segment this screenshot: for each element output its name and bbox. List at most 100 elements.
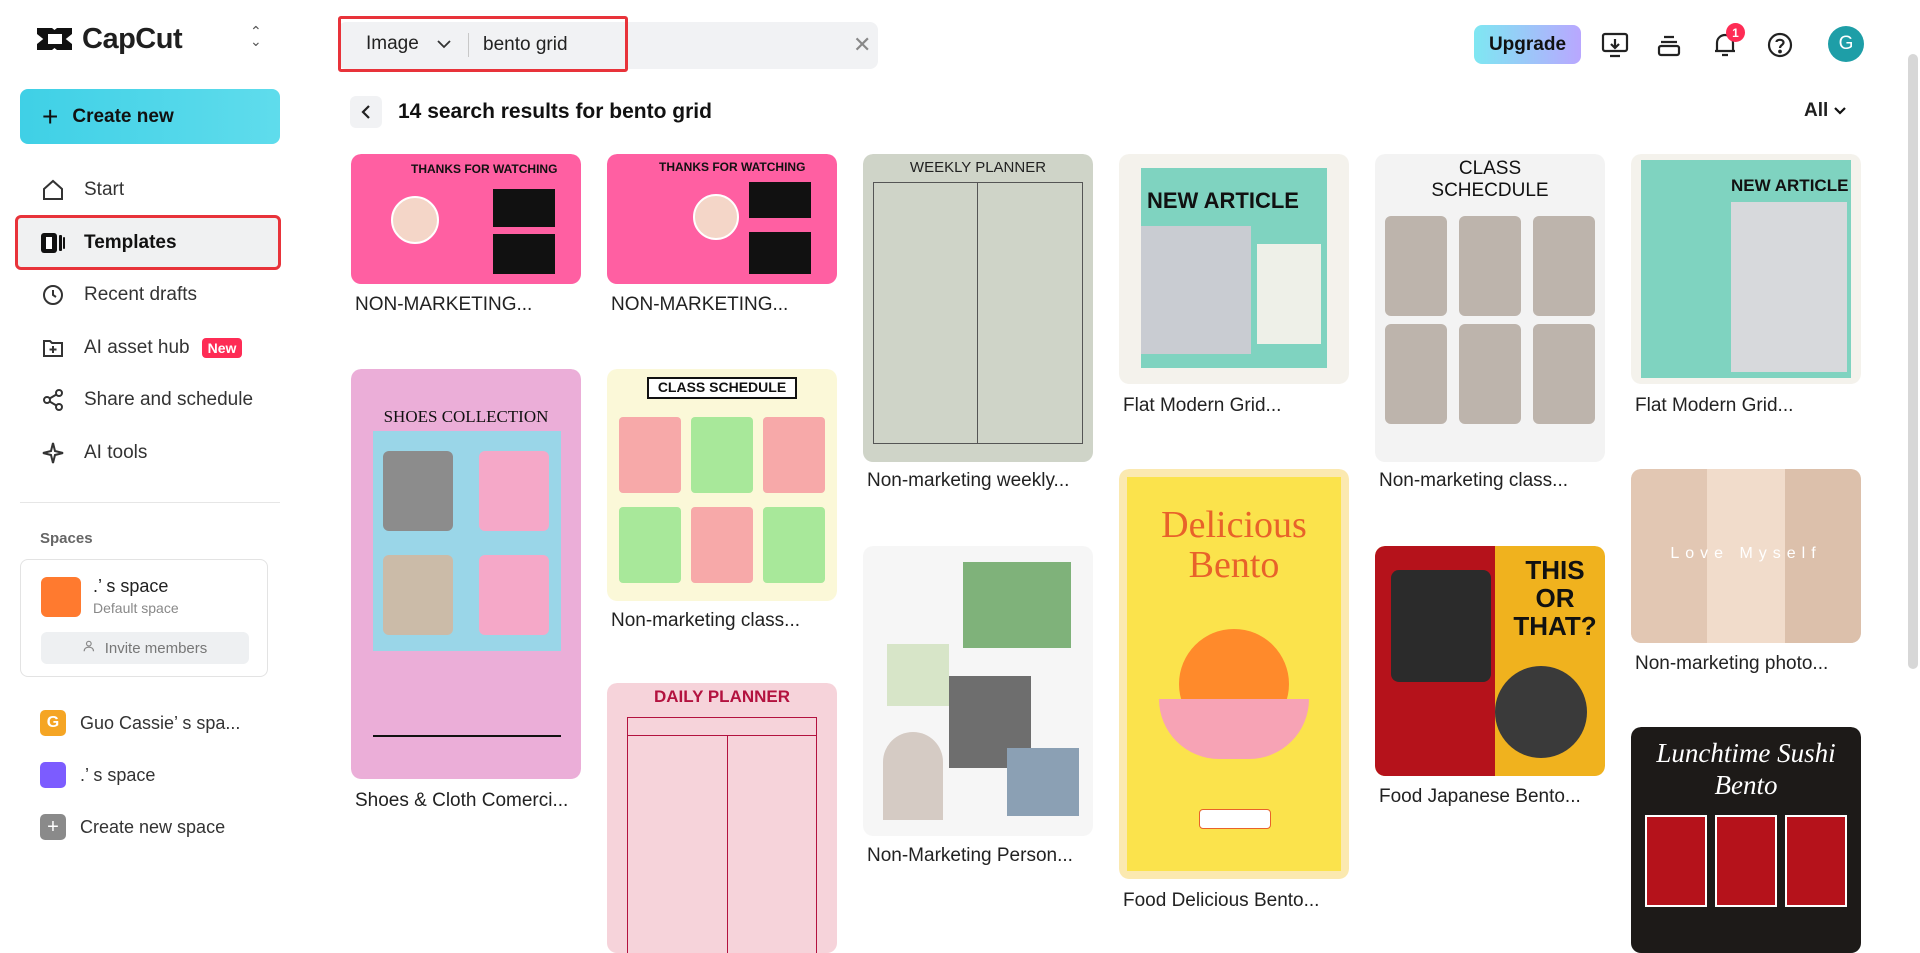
invite-members-label: Invite members [104,639,208,657]
space-item-personal[interactable]: .’ s space [40,761,155,789]
sidebar-item-share-and-schedule[interactable]: Share and schedule [20,376,280,424]
template-thumbnail: Love Myself [1631,469,1861,643]
template-card[interactable]: Delicious Bento [1119,469,1349,879]
space-type: Default space [93,600,179,616]
spaces-heading: Spaces [40,530,93,547]
template-title[interactable]: Non-marketing weekly... [867,470,1069,492]
template-thumbnail: WEEKLY PLANNER [863,154,1093,462]
search-separator [468,33,469,57]
sidebar-item-label: AI tools [84,442,148,463]
thumbnail-text: NEW ARTICLE [1731,176,1849,195]
template-card[interactable]: Lunchtime Sushi Bento [1631,727,1861,953]
capcut-app: CapCut ⌃ ⌄ + Create new Start Templates R… [0,0,1920,953]
thumbnail-text: Lunchtime Sushi Bento [1656,738,1836,800]
template-card[interactable]: NEW ARTICLE [1119,154,1349,384]
sidebar-item-recent-drafts[interactable]: Recent drafts [20,271,280,319]
capcut-logo[interactable]: CapCut [34,22,183,56]
clock-icon [40,282,66,308]
back-button[interactable] [350,96,382,128]
search-type-dropdown[interactable]: Image [366,33,451,55]
template-title[interactable]: Non-marketing class... [1379,470,1568,492]
thumbnail-text: CLASS SCHECDULE [1431,158,1549,201]
invite-members-button[interactable]: Invite members [41,632,249,664]
sidebar-item-label: Share and schedule [84,389,254,410]
template-card[interactable]: THIS OR THAT? [1375,546,1605,776]
sidebar: CapCut ⌃ ⌄ + Create new Start Templates R… [0,0,290,953]
template-thumbnail: SHOES COLLECTION [351,369,581,779]
filter-label: All [1804,100,1829,121]
space-avatar [41,577,81,617]
create-new-space-button[interactable]: + Create new space [40,813,225,841]
chevron-left-icon [361,105,370,119]
sidebar-item-ai-asset-hub[interactable]: AI asset hub New [20,324,280,372]
scrollbar[interactable] [1908,54,1918,669]
sidebar-item-start[interactable]: Start [20,166,280,214]
space-item-guo-cassie[interactable]: G Guo Cassie’ s spa... [40,709,240,737]
template-title[interactable]: NON-MARKETING... [355,294,532,316]
template-title[interactable]: Food Japanese Bento... [1379,786,1581,808]
template-thumbnail: THANKS FOR WATCHING [607,154,837,284]
template-thumbnail: DAILY PLANNER [607,683,837,953]
template-title[interactable]: Food Delicious Bento... [1123,890,1319,912]
template-title[interactable]: NON-MARKETING... [611,294,788,316]
create-new-button[interactable]: + Create new [20,89,280,144]
template-thumbnail: Delicious Bento [1119,469,1349,879]
results-title: 14 search results for bento grid [398,100,712,123]
upgrade-button[interactable]: Upgrade [1474,25,1581,64]
app-name: CapCut [82,22,183,55]
workspace-switch-icon[interactable]: ⌃ ⌄ [250,24,262,48]
capcut-logo-icon [37,28,72,50]
sidebar-item-templates[interactable]: Templates [15,215,281,270]
template-title[interactable]: Non-marketing class... [611,610,800,632]
template-title[interactable]: Flat Modern Grid... [1635,395,1793,417]
template-title[interactable]: Shoes & Cloth Comerci... [355,790,568,812]
templates-icon [40,230,66,256]
user-avatar[interactable]: G [1828,26,1864,62]
layers-icon[interactable] [1654,30,1684,60]
chevron-down-icon [1834,107,1847,115]
chevron-down-icon [437,33,451,55]
thumbnail-text: CLASS SCHEDULE [647,377,797,399]
plus-icon: + [42,100,59,132]
sidebar-divider [20,502,280,503]
template-title[interactable]: Non-Marketing Person... [867,845,1073,867]
template-card[interactable]: THANKS FOR WATCHING [351,154,581,304]
template-title[interactable]: Flat Modern Grid... [1123,395,1281,417]
thumbnail-text: NEW ARTICLE [1147,188,1299,213]
clear-search-icon[interactable]: ✕ [853,32,871,58]
install-desktop-icon[interactable] [1600,30,1630,60]
space-label: .’ s space [80,764,156,785]
sidebar-item-ai-tools[interactable]: AI tools [20,429,280,477]
template-card[interactable]: THANKS FOR WATCHING [607,154,837,304]
template-thumbnail: Lunchtime Sushi Bento [1631,727,1861,953]
space-label: Guo Cassie’ s spa... [80,712,241,733]
sidebar-item-label: Start [84,179,125,200]
plus-icon: + [40,814,66,840]
thumbnail-text: Delicious Bento [1161,504,1307,586]
template-card[interactable] [863,546,1093,836]
space-initial: G [40,710,66,736]
current-space-card[interactable]: .’ s space Default space Invite members [20,559,268,677]
template-title[interactable]: Non-marketing photo... [1635,653,1828,675]
template-card[interactable]: CLASS SCHECDULE [1375,154,1605,464]
template-thumbnail: THANKS FOR WATCHING [351,154,581,284]
new-badge: New [201,338,243,358]
template-card[interactable]: NEW ARTICLE [1631,154,1861,384]
template-card[interactable]: DAILY PLANNER [607,683,837,953]
template-thumbnail: THIS OR THAT? [1375,546,1605,776]
thumbnail-text: THANKS FOR WATCHING [411,162,558,176]
thumbnail-text: Love Myself [1670,545,1822,562]
create-new-label: Create new [72,105,174,127]
sparkle-icon [40,440,66,466]
thumbnail-text: SHOES COLLECTION [383,407,549,426]
template-card[interactable]: SHOES COLLECTION [351,369,581,779]
template-card[interactable]: Love Myself [1631,469,1861,643]
help-icon[interactable] [1765,30,1795,60]
template-card[interactable]: CLASS SCHEDULE [607,369,837,601]
thumbnail-text: THIS OR THAT? [1513,555,1597,641]
space-initial [40,762,66,788]
template-thumbnail [863,546,1093,836]
filter-dropdown[interactable]: All [1804,100,1847,122]
template-card[interactable]: WEEKLY PLANNER [863,154,1093,464]
search-input[interactable] [483,30,783,60]
